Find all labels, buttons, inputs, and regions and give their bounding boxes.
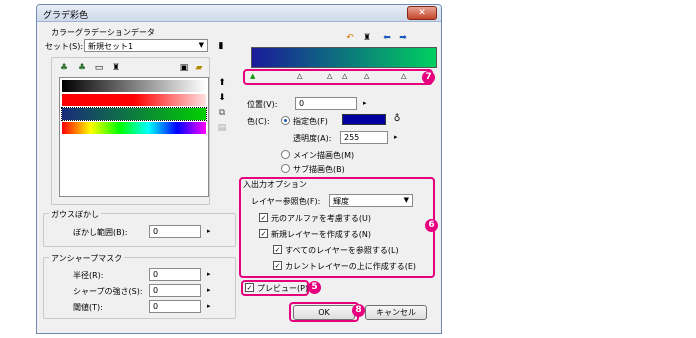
main-color-label: メイン描画色(M) [293, 151, 355, 160]
move-up-icon[interactable]: ⬆ [217, 78, 227, 88]
badge-5: 5 [308, 281, 321, 294]
arrow-right-icon[interactable]: ➡ [397, 33, 409, 43]
node-marker[interactable]: △ [327, 72, 332, 80]
set-label: セット(S): [45, 42, 84, 51]
node-marker[interactable]: △ [364, 72, 369, 80]
consider-alpha-checkbox[interactable]: ✓ [259, 213, 268, 222]
create-above-checkbox[interactable]: ✓ [273, 261, 282, 270]
consider-alpha-label: 元のアルファを考慮する(U) [271, 214, 372, 223]
move-down-icon[interactable]: ⬇ [217, 93, 227, 103]
close-button[interactable]: ✕ [407, 6, 437, 20]
add-icon[interactable]: ♣ [59, 63, 69, 73]
opacity-label: 透明度(A): [293, 134, 332, 143]
cancel-button[interactable]: キャンセル [365, 305, 427, 320]
reverse-icon[interactable]: ↶ [345, 33, 355, 43]
create-above-label: カレントレイヤーの上に作成する(E) [285, 262, 417, 271]
add-copy-icon[interactable]: ♣ [77, 63, 87, 73]
new-layer-checkbox[interactable]: ✓ [259, 229, 268, 238]
ref-all-layers-checkbox[interactable]: ✓ [273, 245, 282, 254]
save-icon[interactable]: ▣ [179, 63, 189, 73]
badge-8: 8 [352, 304, 365, 317]
main-color-radio[interactable] [281, 150, 290, 159]
blur-range-label: ぼかし範囲(B): [73, 228, 128, 237]
blur-range-spin-icon[interactable]: ▸ [207, 227, 211, 235]
radius-spin-icon[interactable]: ▸ [207, 270, 211, 278]
specified-color-label: 指定色(F) [293, 117, 328, 126]
sub-color-radio[interactable] [281, 164, 290, 173]
gradient-swatch-blue-green[interactable] [61, 107, 207, 121]
opacity-input[interactable]: 255 [340, 131, 388, 144]
preview-checkbox[interactable]: ✓ [245, 283, 254, 292]
gradient-swatch-list[interactable] [59, 77, 209, 197]
gradient-color-dialog: グラデ彩色 ✕ カラーグラデーションデータ セット(S): 新規セット1 ▼ ▮… [36, 4, 442, 334]
gradient-swatch-rainbow[interactable] [62, 122, 206, 134]
set-select[interactable]: 新規セット1 ▼ [84, 39, 208, 52]
delete-node-icon[interactable]: ♜ [362, 33, 372, 43]
badge-6: 6 [425, 219, 438, 232]
chevron-down-icon: ▼ [198, 41, 204, 49]
node-marker[interactable]: ▲ [250, 72, 255, 80]
chevron-down-icon: ▼ [403, 196, 409, 204]
copy-icon[interactable]: ⧉ [217, 108, 227, 118]
node-marker[interactable]: △ [401, 72, 406, 80]
gaussian-blur-label: ガウスぼかし [49, 209, 101, 220]
paste-icon[interactable]: ▤ [217, 123, 227, 133]
gradient-swatch-black-white[interactable] [62, 80, 206, 92]
opacity-spin-icon[interactable]: ▸ [394, 133, 398, 141]
io-options-label: 入出力オプション [243, 180, 307, 189]
arrow-left-icon[interactable]: ⬅ [381, 33, 393, 43]
color-label: 色(C): [247, 117, 270, 126]
unsharp-mask-label: アンシャープマスク [49, 253, 125, 264]
delete-icon[interactable]: ♜ [111, 63, 121, 73]
title-bar[interactable]: グラデ彩色 ✕ [37, 5, 441, 22]
ref-all-layers-label: すべてのレイヤーを参照する(L) [285, 246, 399, 255]
set-menu-icon[interactable]: ▮ [216, 41, 226, 51]
position-label: 位置(V): [247, 100, 278, 109]
radius-label: 半径(R): [73, 271, 104, 280]
eyedropper-icon[interactable]: ♁ [392, 114, 402, 124]
node-marker[interactable]: △ [342, 72, 347, 80]
set-select-value: 新規セット1 [88, 42, 134, 51]
gradient-swatch-red[interactable] [62, 94, 206, 106]
color-gradient-data-label: カラーグラデーションデータ [51, 28, 155, 37]
node-marker[interactable]: △ [297, 72, 302, 80]
sharpness-label: シャープの強さ(S): [73, 287, 143, 296]
threshold-spin-icon[interactable]: ▸ [207, 302, 211, 310]
ref-layer-label: レイヤー参照色(F): [251, 197, 321, 206]
threshold-input[interactable]: 0 [149, 300, 201, 313]
dialog-title: グラデ彩色 [43, 11, 89, 21]
new-layer-label: 新規レイヤーを作成する(N) [271, 230, 371, 239]
sharpness-input[interactable]: 0 [149, 284, 201, 297]
sharpness-spin-icon[interactable]: ▸ [207, 286, 211, 294]
gradient-preview[interactable] [251, 47, 437, 68]
threshold-label: 閾値(T): [73, 303, 103, 312]
ok-button[interactable]: OK [293, 305, 355, 320]
specified-color-swatch[interactable] [342, 114, 386, 125]
position-spin-icon[interactable]: ▸ [363, 99, 367, 107]
specified-color-radio[interactable] [281, 116, 290, 125]
blur-range-input[interactable]: 0 [149, 225, 201, 238]
sub-color-label: サブ描画色(B) [293, 165, 345, 174]
position-input[interactable]: 0 [295, 97, 357, 110]
edit-icon[interactable]: ▭ [94, 63, 104, 73]
ref-layer-value: 輝度 [333, 197, 349, 206]
preview-label: プレビュー(P) [257, 284, 309, 293]
open-folder-icon[interactable]: ▰ [194, 63, 204, 73]
radius-input[interactable]: 0 [149, 268, 201, 281]
badge-7: 7 [422, 71, 435, 84]
ref-layer-select[interactable]: 輝度 ▼ [329, 194, 413, 207]
